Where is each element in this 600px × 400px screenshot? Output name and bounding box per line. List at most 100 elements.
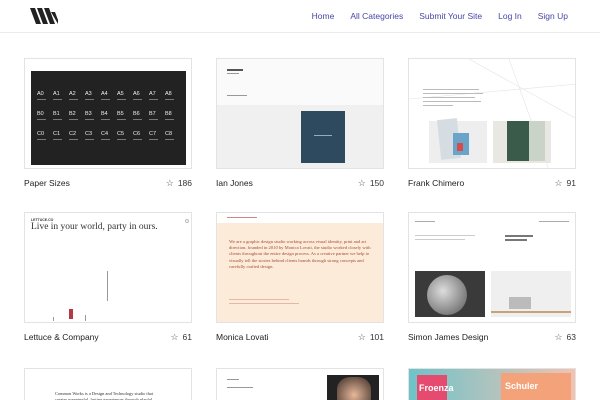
star-icon: ☆	[554, 178, 563, 188]
preview-text-line	[227, 379, 239, 380]
paper-size-cell-detail	[69, 119, 78, 120]
paper-size-cell-detail	[133, 119, 142, 120]
preview-photo-portrait	[337, 377, 371, 400]
main-nav: Home All Categories Submit Your Site Log…	[296, 10, 568, 22]
preview-photo-figure	[427, 275, 467, 315]
paper-size-cell-detail	[101, 139, 110, 140]
card-title[interactable]: Ian Jones	[216, 177, 253, 189]
preview-accent	[457, 143, 463, 151]
site-thumbnail[interactable]: LETTUCE.CO Live in your world, party in …	[24, 212, 192, 323]
paper-size-cell-detail	[149, 119, 158, 120]
paper-size-cell-detail	[117, 139, 126, 140]
lettuce-preview: LETTUCE.CO Live in your world, party in …	[25, 213, 191, 322]
nav-login-link[interactable]: Log In	[498, 10, 522, 22]
paper-size-cell: A0	[37, 91, 44, 97]
preview-book	[529, 121, 545, 161]
preview-paragraph: Common Works is a Design and Technology …	[55, 391, 153, 400]
paper-size-cell: A8	[165, 91, 172, 97]
preview-desk-edge	[491, 311, 571, 313]
paper-size-cell: A7	[149, 91, 156, 97]
paper-size-cell-detail	[37, 99, 46, 100]
paper-size-cell: C5	[117, 131, 125, 137]
preview-text-line	[415, 239, 465, 240]
paper-size-cell-detail	[69, 139, 78, 140]
paper-size-cell-detail	[133, 139, 142, 140]
site-thumbnail[interactable]	[408, 212, 576, 323]
preview-text-line	[423, 105, 453, 106]
card-title[interactable]: Monica Lovati	[216, 331, 268, 343]
paper-size-cell: A1	[53, 91, 60, 97]
paper-size-cell-detail	[85, 139, 94, 140]
preview-chart-tick	[85, 315, 86, 321]
preview-headline: Live in your world, party in ours.	[31, 222, 158, 232]
preview-text-line	[423, 93, 483, 94]
card-caption: Ian Jones ☆ 150	[216, 177, 384, 191]
paper-size-cell: B5	[117, 111, 124, 117]
paper-size-cell-detail	[53, 139, 62, 140]
card-title[interactable]: Lettuce & Company	[24, 331, 99, 343]
card-title[interactable]: Simon James Design	[408, 331, 488, 343]
paper-size-cell: C1	[53, 131, 61, 137]
preview-text-line	[423, 97, 475, 98]
paper-size-cell: A6	[133, 91, 140, 97]
star-count[interactable]: ☆ 186	[166, 177, 192, 189]
nav-home-link[interactable]: Home	[312, 10, 335, 22]
preview-frame-label: Froenza	[419, 383, 454, 393]
preview-text-line	[423, 101, 481, 102]
star-count-value: 186	[177, 178, 192, 188]
star-icon: ☆	[554, 332, 563, 342]
card-title[interactable]: Frank Chimero	[408, 177, 464, 189]
paper-size-cell-detail	[165, 119, 174, 120]
star-count-value: 61	[182, 332, 192, 342]
paper-size-cell: B6	[133, 111, 140, 117]
card-caption: Simon James Design ☆ 63	[408, 331, 576, 345]
paper-size-cell-detail	[37, 119, 46, 120]
site-logo-icon[interactable]	[30, 8, 58, 24]
paper-size-cell: C3	[85, 131, 93, 137]
card-caption: Monica Lovati ☆ 101	[216, 331, 384, 345]
site-thumbnail[interactable]	[408, 58, 576, 169]
paper-size-cell-detail	[37, 139, 46, 140]
paper-size-cell: A4	[101, 91, 108, 97]
paper-size-cell-detail	[69, 99, 78, 100]
preview-text-line	[227, 387, 253, 388]
preview-menu-icon	[185, 219, 189, 223]
simon-james-preview	[409, 213, 575, 322]
star-count[interactable]: ☆ 150	[358, 177, 384, 189]
star-count-value: 101	[369, 332, 384, 342]
preview-text-line	[423, 89, 479, 90]
nav-submit-site-link[interactable]: Submit Your Site	[419, 10, 482, 22]
site-thumbnail[interactable]	[216, 58, 384, 169]
nav-signup-link[interactable]: Sign Up	[538, 10, 568, 22]
paper-size-cell: B7	[149, 111, 156, 117]
preview-chart-tick	[53, 317, 54, 321]
paper-size-cell: B0	[37, 111, 44, 117]
site-thumbnail[interactable]: A0 A1 A2 A3 A4 A5 A6 A7 A8 B0 B1 B2 B3 B4 B5 B6 B7 B8 C0 C1…	[24, 58, 192, 169]
paper-size-cell: B2	[69, 111, 76, 117]
star-count[interactable]: ☆ 91	[554, 177, 576, 189]
star-icon: ☆	[357, 332, 366, 342]
preview-chart-bar	[69, 309, 73, 319]
preview-header	[217, 213, 383, 223]
paper-size-cell: C7	[149, 131, 157, 137]
preview-text-line	[415, 235, 475, 236]
star-count-value: 63	[566, 332, 576, 342]
site-thumbnail[interactable]	[216, 368, 384, 400]
star-count[interactable]: ☆ 61	[170, 331, 192, 343]
preview-book-cover	[301, 111, 345, 163]
site-thumbnail[interactable]: Common Works is a Design and Technology …	[24, 368, 192, 400]
site-thumbnail[interactable]: We are a graphic design studio working a…	[216, 212, 384, 323]
preview-book	[507, 121, 529, 161]
card-title[interactable]: Paper Sizes	[24, 177, 70, 189]
star-count[interactable]: ☆ 63	[554, 331, 576, 343]
preview-laptop	[509, 297, 531, 309]
paper-size-cell-detail	[85, 119, 94, 120]
preview-text-line	[539, 221, 569, 222]
star-count[interactable]: ☆ 101	[358, 331, 384, 343]
paper-size-cell: A5	[117, 91, 124, 97]
nav-all-categories-link[interactable]: All Categories	[350, 10, 403, 22]
card-caption: Paper Sizes ☆ 186	[24, 177, 192, 191]
preview-bar	[31, 65, 186, 71]
paper-size-cell-detail	[53, 119, 62, 120]
site-thumbnail[interactable]: Froenza Schuler	[408, 368, 576, 400]
